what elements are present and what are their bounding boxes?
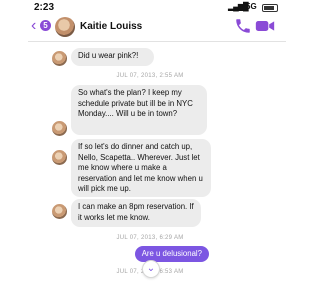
contact-name[interactable]: Kaitie Louiss [80, 21, 142, 32]
network-label: 5G [246, 2, 257, 11]
unread-count-badge[interactable]: 5 [40, 20, 51, 31]
status-time: 2:23 [34, 2, 55, 13]
signal-icon: ▂▄▆█ [228, 2, 249, 11]
sender-avatar [52, 51, 67, 66]
sender-avatar [52, 204, 67, 219]
received-message: If so let's do dinner and catch up, Nell… [71, 139, 211, 197]
scroll-down-chevron-icon[interactable]: ⌄ [142, 260, 160, 278]
chat-header: ‹ 5 Kaitie Louiss [0, 14, 300, 40]
contact-avatar[interactable] [55, 17, 75, 37]
sent-message: Are u delusional? [134, 246, 209, 262]
received-message: I can make an 8pm reservation. If it wor… [71, 199, 201, 227]
header-divider [28, 41, 286, 42]
sender-avatar [52, 121, 67, 136]
status-bar: 2:23 ▂▄▆█ 5G [0, 0, 300, 14]
message-timestamp: JUL 07, 2013, 2:55 AM [116, 73, 184, 79]
phone-icon[interactable] [234, 17, 252, 35]
message-timestamp: JUL 07, 2013, 6:29 AM [116, 235, 184, 241]
battery-icon [262, 4, 278, 12]
video-camera-icon[interactable] [255, 19, 275, 33]
received-message: So what's the plan? I keep my schedule p… [71, 85, 207, 135]
back-chevron-icon[interactable]: ‹ [31, 18, 36, 34]
sender-avatar [52, 150, 67, 165]
received-message: Did u wear pink?! [71, 48, 154, 66]
